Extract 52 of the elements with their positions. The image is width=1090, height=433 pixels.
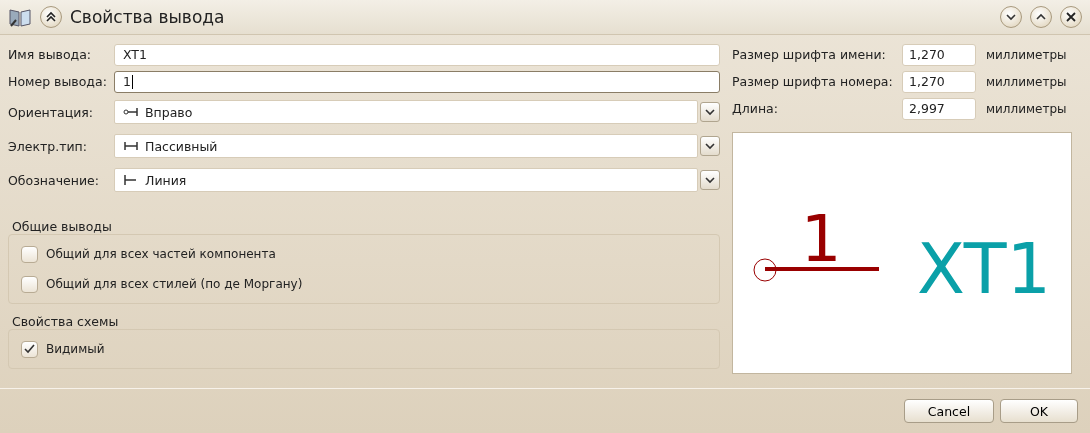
line-pin-icon bbox=[123, 175, 139, 185]
checkbox-label: Общий для всех частей компонента bbox=[46, 247, 276, 261]
unit-label: миллиметры bbox=[986, 74, 1067, 89]
passive-pin-icon bbox=[123, 141, 139, 151]
field-label: Электр.тип: bbox=[8, 138, 88, 154]
size-field[interactable]: 1,270 bbox=[902, 43, 976, 66]
field-label: Номер вывода: bbox=[8, 74, 108, 89]
minimize-button[interactable] bbox=[1000, 6, 1022, 28]
checkbox[interactable] bbox=[21, 245, 38, 263]
unit-label: миллиметры bbox=[986, 47, 1067, 62]
pin-number: 1 bbox=[800, 202, 842, 276]
dropdown-field[interactable]: Линия bbox=[114, 168, 698, 192]
double-chevron-up-icon bbox=[45, 11, 57, 23]
close-button[interactable] bbox=[1060, 6, 1082, 28]
checkbox-label: Видимый bbox=[46, 342, 105, 356]
field-label: Имя вывода: bbox=[8, 47, 93, 62]
dropdown-button[interactable] bbox=[700, 102, 720, 122]
pin-name: XT1 bbox=[917, 228, 1052, 310]
size-field[interactable]: 1,270 bbox=[902, 70, 976, 93]
ok-button[interactable]: OK bbox=[1000, 399, 1078, 423]
checkbox-label: Общий для всех стилей (по де Моргану) bbox=[46, 277, 303, 291]
chevron-down-icon bbox=[705, 108, 715, 116]
checkbox[interactable] bbox=[21, 340, 38, 358]
text-field[interactable]: 1 bbox=[114, 70, 720, 93]
chevron-down-icon bbox=[1006, 13, 1016, 21]
field-label: Ориентация: bbox=[8, 104, 95, 120]
size-field[interactable]: 2,997 bbox=[902, 97, 976, 120]
maximize-button[interactable] bbox=[1030, 6, 1052, 28]
book-icon bbox=[8, 6, 32, 28]
chevron-down-icon bbox=[705, 142, 715, 150]
size-label: Длина: bbox=[732, 101, 779, 116]
pin-right-icon bbox=[123, 107, 139, 117]
dropdown-field[interactable]: Вправо bbox=[114, 100, 698, 124]
chevron-down-icon bbox=[705, 176, 715, 184]
group-title: Свойства схемы bbox=[12, 314, 120, 329]
field-label: Обозначение: bbox=[8, 172, 100, 188]
checkmark-icon bbox=[24, 344, 35, 354]
cancel-button[interactable]: Cancel bbox=[904, 399, 994, 423]
dropdown-button[interactable] bbox=[700, 170, 720, 190]
size-label: Размер шрифта имени: bbox=[732, 47, 887, 62]
window-title: Свойства вывода bbox=[70, 7, 226, 27]
group-title: Общие выводы bbox=[12, 219, 113, 234]
collapse-button[interactable] bbox=[40, 6, 62, 28]
size-label: Размер шрифта номера: bbox=[732, 74, 894, 89]
text-field[interactable]: XT1 bbox=[114, 43, 720, 66]
pin-end-icon bbox=[753, 258, 777, 282]
close-icon bbox=[1066, 12, 1076, 22]
dropdown-button[interactable] bbox=[700, 136, 720, 156]
checkbox[interactable] bbox=[21, 275, 38, 293]
unit-label: миллиметры bbox=[986, 101, 1067, 116]
dropdown-field[interactable]: Пассивный bbox=[114, 134, 698, 158]
chevron-up-icon bbox=[1036, 13, 1046, 21]
